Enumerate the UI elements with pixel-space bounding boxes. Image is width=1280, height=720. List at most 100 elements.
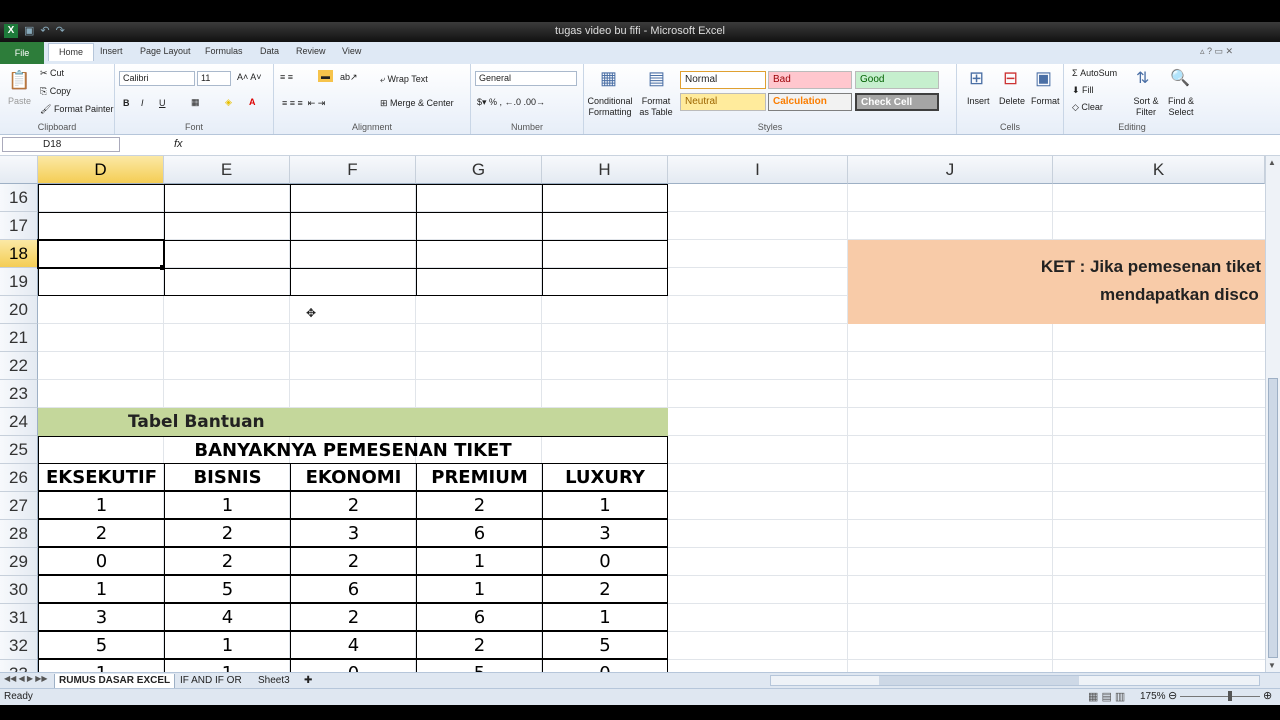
scroll-up-icon[interactable]: ▲ xyxy=(1268,158,1276,167)
column-header-j[interactable]: J xyxy=(848,156,1053,184)
sort-filter-button[interactable]: Sort & Filter xyxy=(1130,96,1162,118)
column-header-e[interactable]: E xyxy=(164,156,290,184)
tab-home[interactable]: Home xyxy=(48,43,95,61)
paste-button[interactable]: Paste xyxy=(8,96,31,106)
row-header[interactable]: 16 xyxy=(0,184,38,212)
format-cells-icon[interactable]: ▣ xyxy=(1035,68,1052,89)
data-cell[interactable]: 2 xyxy=(290,603,417,631)
data-cell[interactable]: 2 xyxy=(290,547,417,575)
formula-input[interactable] xyxy=(190,137,1260,152)
row-header[interactable]: 25 xyxy=(0,436,38,464)
horizontal-scroll-thumb[interactable] xyxy=(879,676,1079,685)
select-all-corner[interactable] xyxy=(0,156,38,184)
data-cell[interactable]: 5 xyxy=(164,575,291,603)
borders-icon[interactable]: ▦ xyxy=(191,97,200,108)
row-header[interactable]: 32 xyxy=(0,632,38,660)
data-cell[interactable]: 3 xyxy=(542,519,668,547)
fx-icon[interactable]: fx xyxy=(174,138,183,150)
data-cell[interactable]: 5 xyxy=(416,659,543,672)
row-header[interactable]: 17 xyxy=(0,212,38,240)
binoculars-icon[interactable]: 🔍 xyxy=(1170,68,1190,88)
header-luxury[interactable]: LUXURY xyxy=(542,463,668,491)
row-header[interactable]: 29 xyxy=(0,548,38,576)
header-bisnis[interactable]: BISNIS xyxy=(164,463,291,491)
data-cell[interactable]: 1 xyxy=(416,547,543,575)
row-header[interactable]: 26 xyxy=(0,464,38,492)
paste-icon[interactable]: 📋 xyxy=(8,70,30,91)
delete-cells-icon[interactable]: ⊟ xyxy=(1003,68,1018,89)
copy-button[interactable]: ⎘ Copy xyxy=(40,86,71,97)
column-header-i[interactable]: I xyxy=(668,156,848,184)
column-header-f[interactable]: F xyxy=(290,156,416,184)
data-cell[interactable]: 1 xyxy=(38,575,165,603)
style-normal[interactable]: Normal xyxy=(680,71,766,89)
data-cell[interactable]: 2 xyxy=(290,491,417,519)
row-header[interactable]: 24 xyxy=(0,408,38,436)
data-cell[interactable]: 5 xyxy=(542,631,668,659)
font-name-select[interactable]: Calibri xyxy=(119,71,195,86)
conditional-formatting-icon[interactable]: ▦ xyxy=(600,68,617,89)
zoom-slider[interactable] xyxy=(1180,696,1260,697)
data-cell[interactable]: 4 xyxy=(164,603,291,631)
data-cell[interactable]: 6 xyxy=(416,519,543,547)
tab-data[interactable]: Data xyxy=(260,46,279,56)
view-mode-icons[interactable]: ▦ ▤ ▥ xyxy=(1088,690,1125,703)
format-as-table-icon[interactable]: ▤ xyxy=(648,68,665,89)
tab-review[interactable]: Review xyxy=(296,46,326,56)
italic-button[interactable]: I xyxy=(141,98,144,108)
sheet-tab-if-and[interactable]: IF AND IF OR xyxy=(176,674,246,688)
tab-page-layout[interactable]: Page Layout xyxy=(140,46,191,56)
align-text-icons[interactable]: ≡ ≡ ≡ ⇤ ⇥ xyxy=(282,98,325,109)
style-neutral[interactable]: Neutral xyxy=(680,93,766,111)
data-cell[interactable]: 1 xyxy=(164,659,291,672)
tab-formulas[interactable]: Formulas xyxy=(205,46,243,56)
vertical-scrollbar[interactable]: ▲ ▼ xyxy=(1265,156,1280,672)
zoom-slider-thumb[interactable] xyxy=(1228,691,1232,701)
delete-cells-button[interactable]: Delete xyxy=(999,96,1025,106)
data-cell[interactable]: 5 xyxy=(38,631,165,659)
sort-filter-icon[interactable]: ⇅ xyxy=(1136,68,1149,88)
horizontal-scrollbar[interactable] xyxy=(770,675,1260,686)
data-cell[interactable]: 2 xyxy=(416,631,543,659)
booking-count-header[interactable]: BANYAKNYA PEMESENAN TIKET xyxy=(38,436,668,464)
row-header[interactable]: 30 xyxy=(0,576,38,604)
format-painter-button[interactable]: 🖌 Format Painter xyxy=(40,104,113,115)
conditional-formatting-button[interactable]: Conditional Formatting xyxy=(586,96,634,118)
fill-color-icon[interactable]: ◈ xyxy=(225,97,232,108)
bold-button[interactable]: B xyxy=(123,98,130,108)
data-cell[interactable]: 6 xyxy=(416,603,543,631)
style-good[interactable]: Good xyxy=(855,71,939,89)
data-cell[interactable]: 2 xyxy=(542,575,668,603)
data-cell[interactable]: 4 xyxy=(290,631,417,659)
row-header[interactable]: 21 xyxy=(0,324,38,352)
row-header[interactable]: 20 xyxy=(0,296,38,324)
scroll-thumb[interactable] xyxy=(1268,378,1278,658)
find-select-button[interactable]: Find & Select xyxy=(1164,96,1198,118)
data-cell[interactable]: 1 xyxy=(542,603,668,631)
data-cell[interactable]: 2 xyxy=(416,491,543,519)
row-header[interactable]: 22 xyxy=(0,352,38,380)
underline-button[interactable]: U xyxy=(159,98,166,108)
number-format-select[interactable]: General xyxy=(475,71,577,86)
insert-cells-icon[interactable]: ⊞ xyxy=(969,68,984,89)
zoom-level[interactable]: 175% xyxy=(1140,691,1166,702)
zoom-in-icon[interactable]: ⊕ xyxy=(1263,689,1272,702)
row-header[interactable]: 28 xyxy=(0,520,38,548)
style-bad[interactable]: Bad xyxy=(768,71,852,89)
column-header-h[interactable]: H xyxy=(542,156,668,184)
scroll-down-icon[interactable]: ▼ xyxy=(1268,661,1276,670)
merge-center-button[interactable]: ⊞ Merge & Center xyxy=(380,98,454,109)
row-header[interactable]: 27 xyxy=(0,492,38,520)
data-cell[interactable]: 2 xyxy=(164,547,291,575)
data-cell[interactable]: 1 xyxy=(164,491,291,519)
data-cell[interactable]: 0 xyxy=(290,659,417,672)
style-check-cell[interactable]: Check Cell xyxy=(855,93,939,111)
selected-cell[interactable] xyxy=(37,239,165,269)
insert-sheet-icon[interactable]: ✚ xyxy=(300,674,316,688)
grow-font-icon[interactable]: A˄ A˅ xyxy=(237,72,262,82)
data-cell[interactable]: 1 xyxy=(416,575,543,603)
fill-button[interactable]: ⬇ Fill xyxy=(1072,85,1094,96)
tab-file[interactable]: File xyxy=(0,42,44,64)
font-size-select[interactable]: 11 xyxy=(197,71,231,86)
number-format-icons[interactable]: $▾ % , ←.0 .00→ xyxy=(477,97,545,108)
